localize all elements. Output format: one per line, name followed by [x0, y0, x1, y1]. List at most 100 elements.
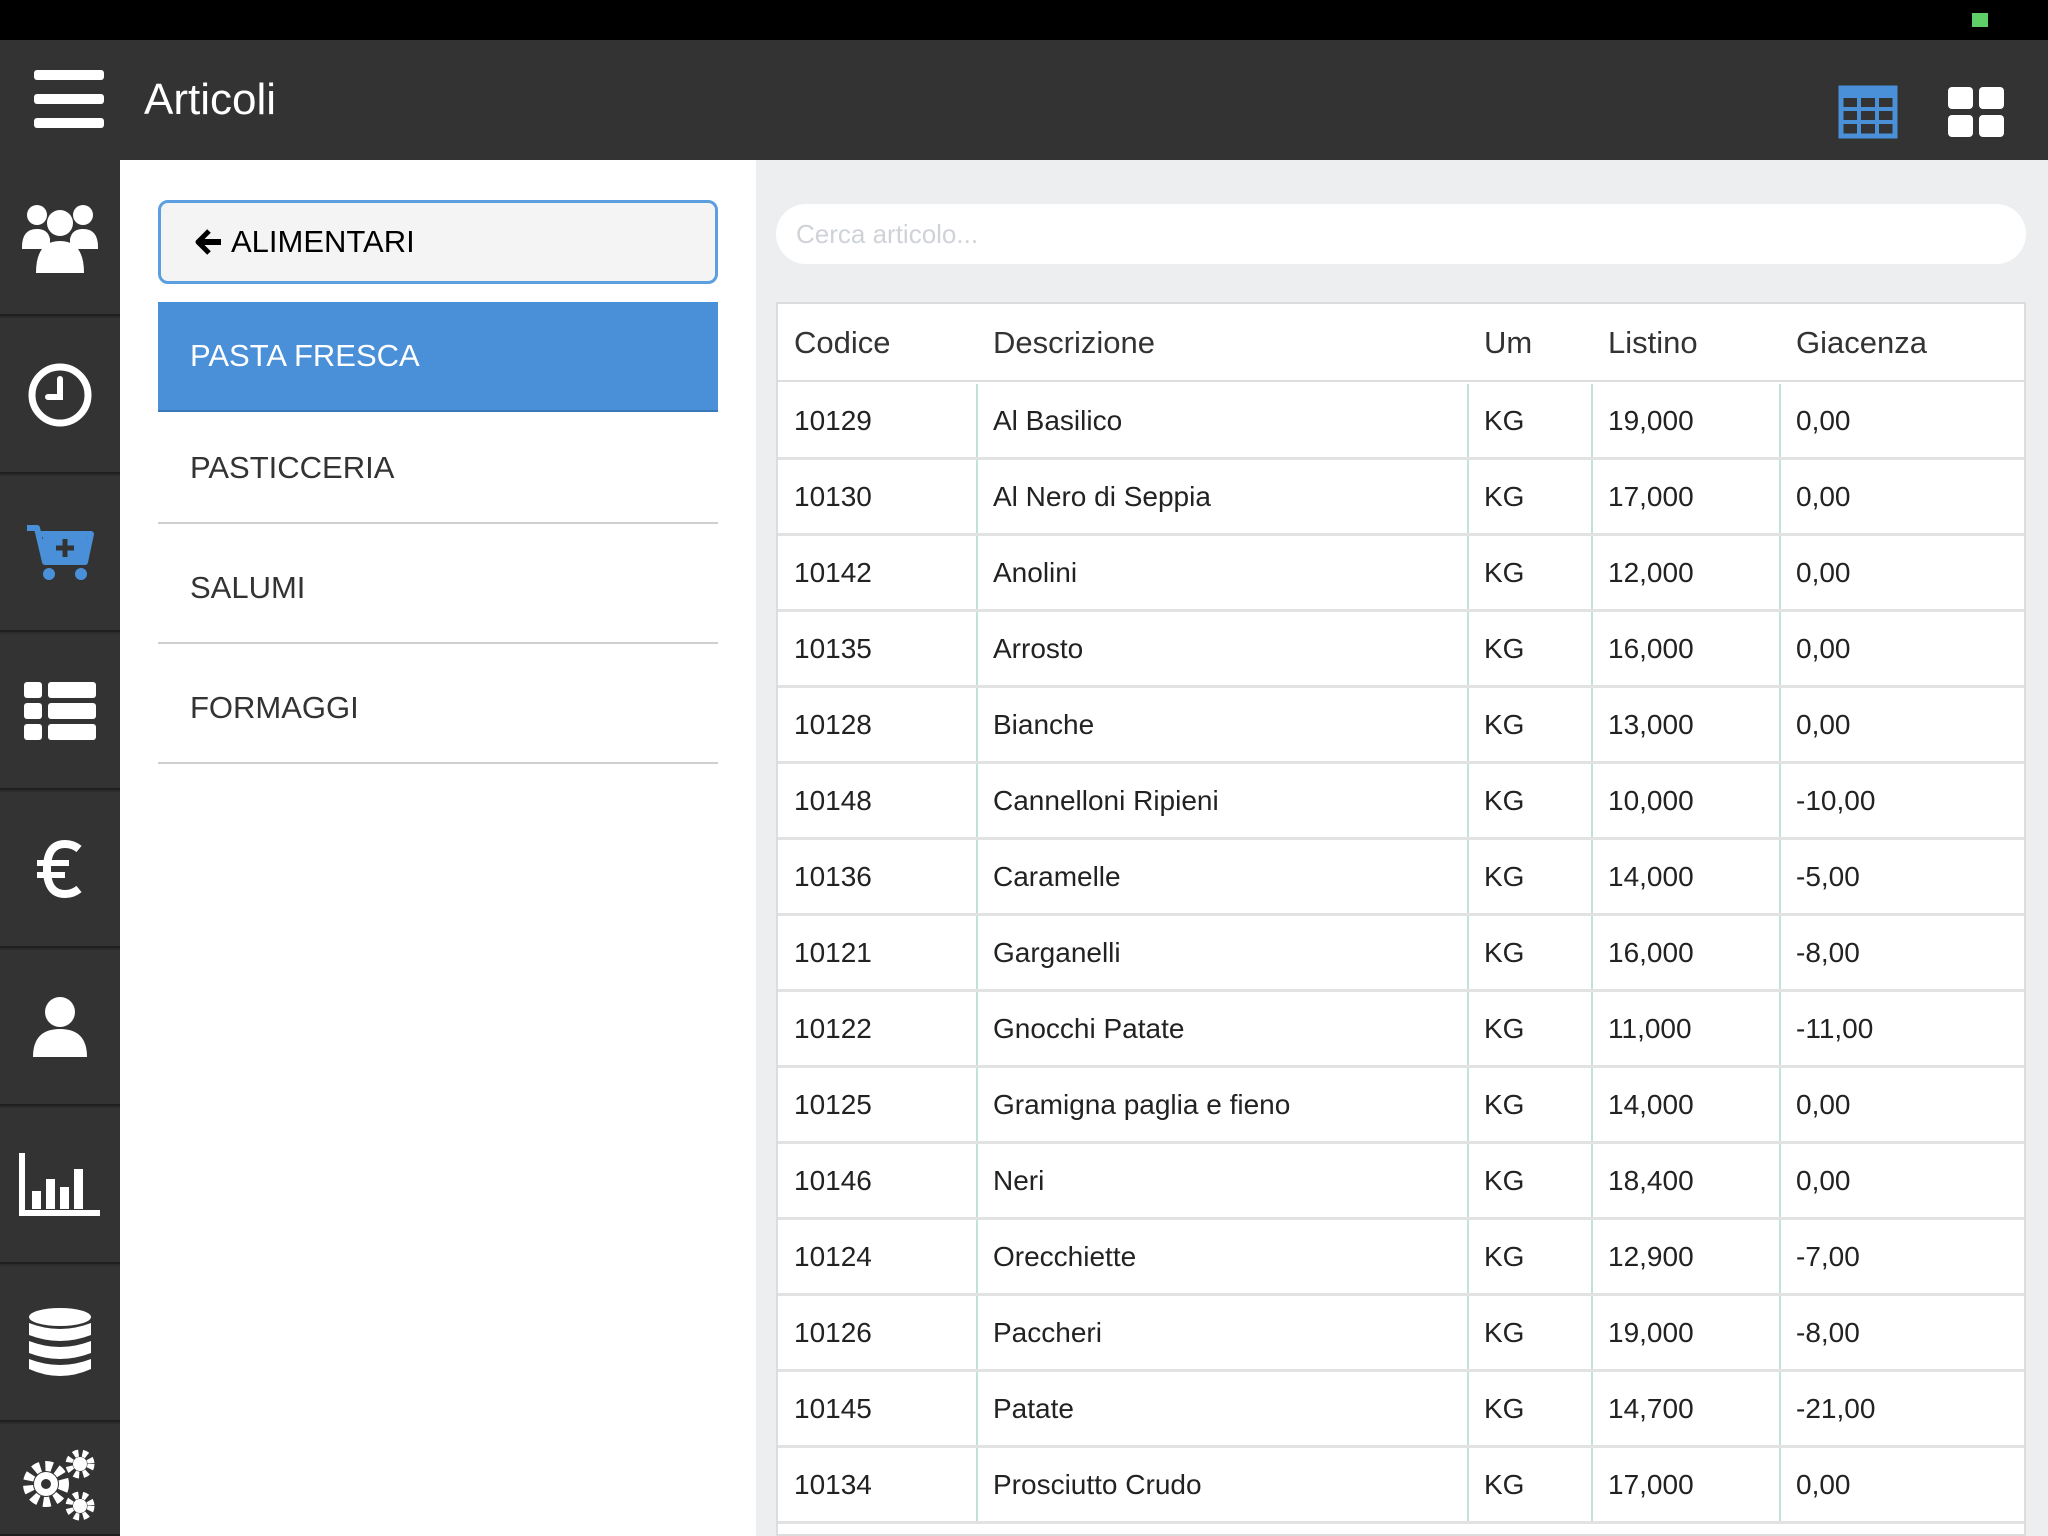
table-row[interactable]: 10142 Anolini KG 12,000 0,00: [778, 536, 2024, 612]
category-panel: ALIMENTARI PASTA FRESCA PASTICCERIA SALU…: [120, 160, 756, 1536]
euro-icon[interactable]: [0, 792, 120, 948]
cell-giacenza: 0,00: [1796, 481, 1851, 512]
column-header-listino[interactable]: Listino: [1608, 304, 1698, 382]
cell-listino: 16,000: [1608, 937, 1694, 968]
list-icon[interactable]: [0, 634, 120, 790]
cell-um: KG: [1484, 481, 1525, 512]
table-row[interactable]: 10136 Caramelle KG 14,000 -5,00: [778, 840, 2024, 916]
table-row[interactable]: 10146 Neri KG 18,400 0,00: [778, 1144, 2024, 1220]
category-item-pasticceria[interactable]: PASTICCERIA: [158, 414, 718, 524]
back-button[interactable]: ALIMENTARI: [158, 200, 718, 284]
column-divider: [1467, 1448, 1469, 1521]
table-row[interactable]: 10129 Al Basilico KG 19,000 0,00: [778, 384, 2024, 460]
column-divider: [976, 1296, 978, 1369]
table-row[interactable]: 10126 Paccheri KG 19,000 -8,00: [778, 1296, 2024, 1372]
table-row[interactable]: 10130 Al Nero di Seppia KG 17,000 0,00: [778, 460, 2024, 536]
cell-descrizione: Arrosto: [993, 633, 1084, 664]
cell-descrizione: Bianche: [993, 709, 1095, 740]
column-divider: [1591, 916, 1593, 989]
cell-giacenza: -10,00: [1796, 785, 1876, 816]
cell-giacenza: -21,00: [1796, 1393, 1876, 1424]
database-icon[interactable]: [0, 1266, 120, 1422]
cart-add-icon[interactable]: [0, 476, 120, 632]
cell-codice: 10128: [794, 709, 872, 740]
column-divider: [1467, 1296, 1469, 1369]
cell-codice: 10136: [794, 861, 872, 892]
search-input[interactable]: [776, 204, 2026, 264]
table-row[interactable]: 10124 Orecchiette KG 12,900 -7,00: [778, 1220, 2024, 1296]
column-divider: [1591, 460, 1593, 533]
grid-view-icon[interactable]: [1946, 85, 2006, 139]
column-divider: [1779, 1144, 1781, 1217]
column-divider: [1467, 840, 1469, 913]
column-divider: [976, 764, 978, 837]
column-header-descrizione[interactable]: Descrizione: [993, 304, 1155, 382]
cell-descrizione: Gnocchi Patate: [993, 1013, 1185, 1044]
column-divider: [1591, 536, 1593, 609]
top-bar: Articoli: [0, 40, 2048, 160]
column-divider: [1779, 1068, 1781, 1141]
column-divider: [976, 1068, 978, 1141]
cell-codice: 10125: [794, 1089, 872, 1120]
table-row[interactable]: 10145 Patate KG 14,700 -21,00: [778, 1372, 2024, 1448]
column-divider: [976, 384, 978, 457]
arrow-left-icon: [195, 229, 221, 255]
table-view-icon[interactable]: [1838, 85, 1898, 139]
cell-um: KG: [1484, 1013, 1525, 1044]
cell-descrizione: Anolini: [993, 557, 1078, 588]
table-row[interactable]: 10125 Gramigna paglia e fieno KG 14,000 0,00: [778, 1068, 2024, 1144]
cell-um: KG: [1484, 937, 1525, 968]
category-item-formaggi[interactable]: FORMAGGI: [158, 654, 718, 764]
column-divider: [1779, 384, 1781, 457]
cell-listino: 14,000: [1608, 861, 1694, 892]
column-divider: [1779, 764, 1781, 837]
table-row[interactable]: 10121 Garganelli KG 16,000 -8,00: [778, 916, 2024, 992]
table-row[interactable]: 10122 Gnocchi Patate KG 11,000 -11,00: [778, 992, 2024, 1068]
column-header-um[interactable]: Um: [1484, 304, 1532, 382]
column-divider: [1591, 384, 1593, 457]
cell-listino: 14,700: [1608, 1393, 1694, 1424]
user-icon[interactable]: [0, 950, 120, 1106]
column-divider: [1779, 688, 1781, 761]
column-divider: [1467, 384, 1469, 457]
table-row[interactable]: 10134 Prosciutto Crudo KG 17,000 0,00: [778, 1448, 2024, 1524]
cell-um: KG: [1484, 1165, 1525, 1196]
cell-giacenza: -11,00: [1796, 1013, 1874, 1044]
column-divider: [976, 1144, 978, 1217]
gears-icon[interactable]: [0, 1424, 120, 1536]
column-divider: [1591, 612, 1593, 685]
cell-um: KG: [1484, 405, 1525, 436]
column-divider: [1779, 1220, 1781, 1293]
battery-icon: [1972, 13, 1988, 27]
sidebar: [0, 160, 120, 1536]
cell-descrizione: Prosciutto Crudo: [993, 1469, 1202, 1500]
cell-listino: 11,000: [1608, 1013, 1692, 1044]
cell-codice: 10135: [794, 633, 872, 664]
users-icon[interactable]: [0, 160, 120, 316]
content-area: Codice Descrizione Um Listino Giacenza 1…: [756, 160, 2048, 1536]
table-row[interactable]: 10128 Bianche KG 13,000 0,00: [778, 688, 2024, 764]
cell-descrizione: Gramigna paglia e fieno: [993, 1089, 1291, 1120]
category-item-pasta-fresca[interactable]: PASTA FRESCA: [158, 302, 718, 412]
cell-listino: 12,000: [1608, 557, 1694, 588]
cell-um: KG: [1484, 1241, 1525, 1272]
column-divider: [1779, 840, 1781, 913]
column-divider: [1779, 536, 1781, 609]
column-divider: [1779, 1372, 1781, 1445]
category-item-salumi[interactable]: SALUMI: [158, 534, 718, 644]
column-divider: [1467, 1220, 1469, 1293]
column-header-giacenza[interactable]: Giacenza: [1796, 304, 1927, 382]
table-row[interactable]: 10135 Arrosto KG 16,000 0,00: [778, 612, 2024, 688]
cell-codice: 10124: [794, 1241, 872, 1272]
bar-chart-icon[interactable]: [0, 1108, 120, 1264]
cell-descrizione: Cannelloni Ripieni: [993, 785, 1219, 816]
cell-um: KG: [1484, 861, 1525, 892]
cell-listino: 19,000: [1608, 1317, 1694, 1348]
menu-icon[interactable]: [34, 70, 104, 128]
table-row[interactable]: 10148 Cannelloni Ripieni KG 10,000 -10,00: [778, 764, 2024, 840]
column-divider: [1591, 1144, 1593, 1217]
cell-um: KG: [1484, 1317, 1525, 1348]
column-divider: [976, 992, 978, 1065]
clock-icon[interactable]: [0, 318, 120, 474]
column-header-codice[interactable]: Codice: [794, 304, 891, 382]
